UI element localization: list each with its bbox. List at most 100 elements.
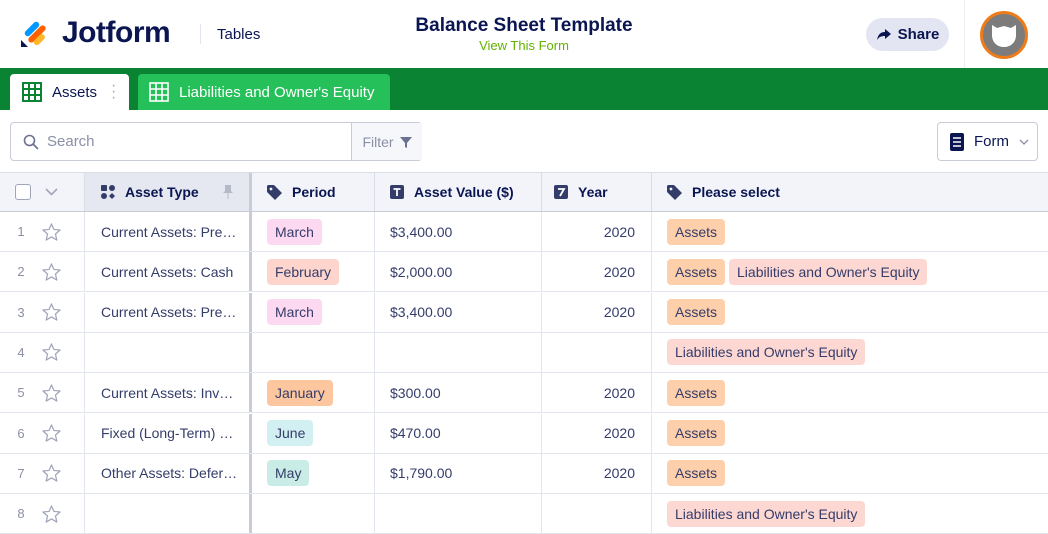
table-icon (22, 82, 42, 102)
year-cell[interactable]: 2020 (542, 212, 652, 251)
tab-assets[interactable]: Assets · · · (10, 74, 129, 110)
option-tag[interactable]: Assets (667, 420, 726, 446)
asset-value-cell[interactable]: $1,790.00 (375, 453, 542, 493)
asset-type-cell[interactable]: Other Assets: Defer… (85, 453, 252, 493)
please-select-cell[interactable]: Assets (652, 454, 1048, 493)
period-cell[interactable] (252, 494, 375, 534)
asset-type-cell[interactable] (85, 494, 252, 534)
asset-type-cell[interactable]: Current Assets: Cash (85, 252, 252, 292)
please-select-cell[interactable]: Assets Liabilities and Owner's Equity (652, 252, 1048, 291)
table-row[interactable]: 8 Liabilities and Owner's Equity (0, 494, 1048, 534)
year-value: 2020 (603, 223, 635, 240)
asset-type-cell[interactable]: Current Assets: Pre… (85, 292, 252, 332)
asset-type-value: Current Assets: Pre… (101, 223, 237, 240)
table-row[interactable]: 2 Current Assets: Cash February $2,000.0… (0, 252, 1048, 293)
asset-value-cell[interactable]: $3,400.00 (375, 292, 542, 332)
shapes-icon (101, 185, 115, 199)
please-select-cell[interactable]: Assets (652, 212, 1048, 251)
share-button[interactable]: Share (866, 18, 949, 51)
please-select-cell[interactable]: Liabilities and Owner's Equity (652, 494, 1048, 533)
column-label: Period (292, 184, 336, 200)
asset-type-cell[interactable]: Fixed (Long-Term) … (85, 413, 252, 453)
app-header: Jotform Tables Balance Sheet Template Vi… (0, 0, 1048, 68)
chevron-down-icon[interactable] (45, 188, 58, 196)
star-icon[interactable] (42, 504, 61, 523)
form-view-dropdown[interactable]: Form (937, 122, 1038, 161)
more-options-icon[interactable]: · · · (111, 78, 116, 106)
option-tag[interactable]: Liabilities and Owner's Equity (667, 500, 866, 527)
year-cell[interactable]: 2020 (542, 373, 652, 413)
pin-icon[interactable] (223, 185, 233, 199)
tab-liabilities[interactable]: Liabilities and Owner's Equity (138, 74, 390, 110)
please-select-cell[interactable]: Liabilities and Owner's Equity (652, 333, 1048, 372)
search-input[interactable] (47, 133, 337, 150)
option-tag[interactable]: Assets (667, 379, 726, 406)
star-icon[interactable] (42, 384, 61, 402)
year-value: 2020 (603, 304, 635, 321)
period-cell[interactable]: February (252, 252, 375, 292)
asset-value-cell[interactable] (375, 332, 542, 372)
period-cell[interactable]: January (252, 373, 375, 413)
asset-type-cell[interactable]: Current Assets: Pre… (85, 212, 252, 251)
star-icon[interactable] (42, 424, 61, 442)
option-tag[interactable]: Liabilities and Owner's Equity (729, 258, 928, 285)
year-cell[interactable] (542, 494, 652, 534)
year-cell[interactable] (542, 332, 652, 372)
period-cell[interactable]: March (252, 292, 375, 332)
form-icon (950, 132, 964, 151)
table-row[interactable]: 4 Liabilities and Owner's Equity (0, 332, 1048, 373)
column-header-year[interactable]: Year (542, 173, 652, 211)
filter-icon (399, 136, 412, 148)
star-icon[interactable] (42, 222, 61, 241)
option-tag[interactable]: Assets (667, 218, 726, 245)
year-cell[interactable]: 2020 (542, 453, 652, 493)
tab-label: Assets (52, 83, 98, 101)
year-cell[interactable]: 2020 (542, 252, 652, 292)
filter-button[interactable]: Filter (351, 123, 422, 160)
please-select-cell[interactable]: Assets (652, 373, 1048, 412)
avatar[interactable] (980, 11, 1028, 59)
asset-value: $1,790.00 (390, 465, 453, 482)
star-icon[interactable] (42, 343, 61, 362)
asset-value-cell[interactable] (375, 494, 542, 534)
period-cell[interactable]: March (252, 212, 375, 251)
table-row[interactable]: 6 Fixed (Long-Term) … June $470.00 2020 … (0, 413, 1048, 454)
column-header-asset-type[interactable]: Asset Type (85, 173, 252, 211)
period-cell[interactable]: June (252, 413, 375, 453)
star-icon[interactable] (42, 263, 61, 281)
option-tag[interactable]: Assets (667, 460, 726, 487)
table-row[interactable]: 3 Current Assets: Pre… March $3,400.00 2… (0, 292, 1048, 333)
year-cell[interactable]: 2020 (542, 413, 652, 453)
asset-value-cell[interactable]: $300.00 (375, 373, 542, 413)
asset-type-value: Other Assets: Defer… (101, 465, 238, 482)
column-header-asset-value[interactable]: Asset Value ($) (375, 173, 542, 211)
row-number: 6 (17, 425, 25, 441)
asset-value-cell[interactable]: $2,000.00 (375, 252, 542, 292)
please-select-cell[interactable]: Assets (652, 293, 1048, 332)
please-select-cell[interactable]: Assets (652, 414, 1048, 453)
asset-type-value: Current Assets: Inv… (101, 384, 234, 401)
asset-value-cell[interactable]: $470.00 (375, 413, 542, 453)
asset-value: $470.00 (390, 425, 441, 441)
asset-type-cell[interactable] (85, 332, 252, 372)
table-row[interactable]: 5 Current Assets: Inv… January $300.00 2… (0, 373, 1048, 414)
option-tag[interactable]: Liabilities and Owner's Equity (667, 339, 866, 366)
row-number-cell: 1 (0, 212, 85, 251)
asset-value-cell[interactable]: $3,400.00 (375, 212, 542, 251)
star-icon[interactable] (42, 464, 61, 482)
divider (964, 0, 965, 68)
table-header: Asset Type Period Asset Value ($) Year P… (0, 172, 1048, 212)
select-all-checkbox[interactable] (15, 184, 31, 200)
asset-type-cell[interactable]: Current Assets: Inv… (85, 373, 252, 413)
star-icon[interactable] (42, 303, 61, 321)
year-cell[interactable]: 2020 (542, 292, 652, 332)
column-header-period[interactable]: Period (252, 173, 375, 211)
search-bar: Filter (10, 122, 422, 161)
period-cell[interactable] (252, 332, 375, 372)
column-header-please-select[interactable]: Please select (652, 173, 1048, 211)
period-cell[interactable]: May (252, 453, 375, 493)
option-tag[interactable]: Assets (667, 299, 726, 326)
table-row[interactable]: 7 Other Assets: Defer… May $1,790.00 202… (0, 453, 1048, 494)
option-tag[interactable]: Assets (667, 258, 726, 285)
table-row[interactable]: 1 Current Assets: Pre… March $3,400.00 2… (0, 212, 1048, 252)
